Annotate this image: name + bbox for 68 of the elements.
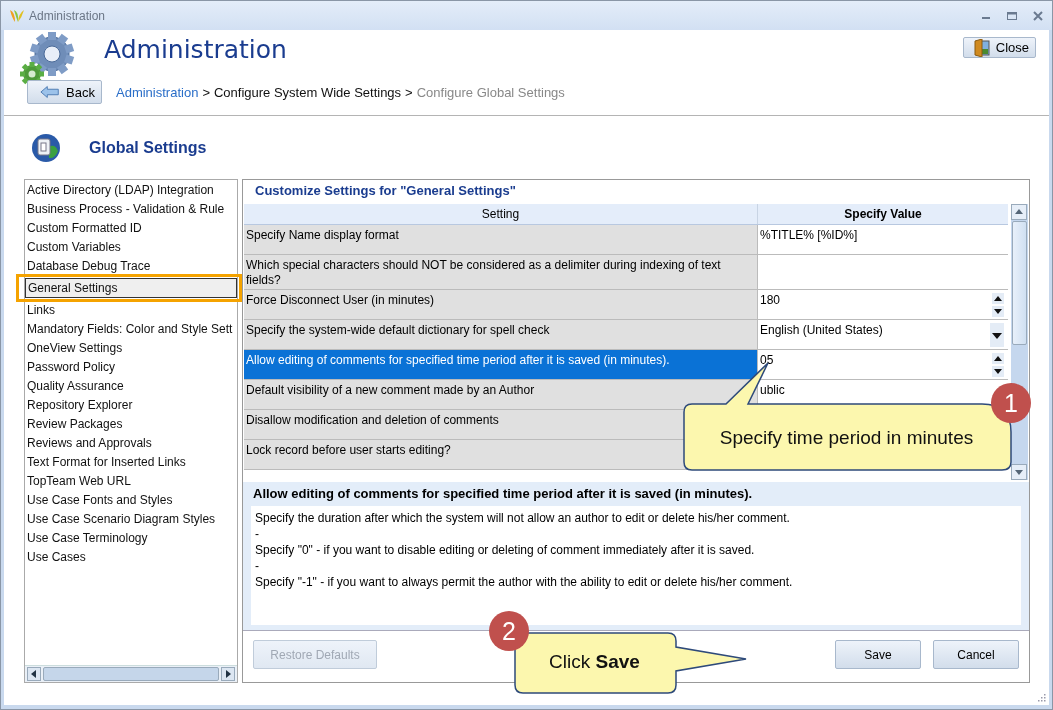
setting-cell[interactable]: Which special characters should NOT be considered as a delimiter during indexing of text fields?: [244, 255, 757, 289]
list-item[interactable]: Business Process - Validation & Rule: [25, 200, 237, 219]
column-header: Setting: [480, 206, 521, 223]
scroll-left-icon[interactable]: [27, 667, 41, 681]
value-field[interactable]: 05: [760, 353, 774, 368]
scroll-up-icon[interactable]: [1011, 204, 1027, 220]
section-title: Global Settings: [89, 138, 207, 157]
resize-grip-icon[interactable]: [1036, 692, 1046, 702]
save-button[interactable]: Save: [835, 640, 921, 669]
list-item[interactable]: Database Debug Trace: [25, 257, 237, 276]
value-field[interactable]: %TITLE% [%ID%]: [760, 228, 858, 243]
list-item[interactable]: TopTeam Web URL: [25, 472, 237, 491]
column-header: Specify Value: [757, 204, 1008, 224]
back-button[interactable]: Back: [27, 80, 102, 104]
list-item[interactable]: Use Cases: [25, 548, 237, 567]
app-logo-icon: [9, 8, 25, 23]
back-arrow-icon: [40, 85, 61, 99]
list-item[interactable]: Active Directory (LDAP) Integration: [25, 181, 237, 200]
list-item[interactable]: Links: [25, 301, 237, 320]
window-title: Administration: [29, 8, 106, 23]
cancel-button[interactable]: Cancel: [933, 640, 1019, 669]
breadcrumb-separator: >: [202, 84, 210, 100]
spinner-icon[interactable]: [992, 353, 1004, 377]
description-line: -: [255, 526, 260, 542]
description-line: Specify "0" - if you want to disable editing or deleting of comment immediately after it is saved.: [255, 542, 756, 558]
value-field[interactable]: 180: [760, 293, 781, 308]
setting-cell[interactable]: Specify Name display format: [244, 225, 757, 254]
maximize-icon[interactable]: [1006, 10, 1018, 21]
description-line: -: [255, 558, 260, 574]
horizontal-scrollbar[interactable]: [25, 665, 237, 682]
list-item[interactable]: Text Format for Inserted Links: [25, 453, 237, 472]
list-item[interactable]: General Settings: [25, 278, 237, 298]
scroll-down-icon[interactable]: [1011, 464, 1027, 480]
close-icon[interactable]: [1032, 10, 1044, 21]
panel-title: Customize Settings for "General Settings": [254, 182, 517, 200]
scroll-right-icon[interactable]: [221, 667, 235, 681]
page-title: Administration: [104, 35, 288, 64]
list-item[interactable]: Mandatory Fields: Color and Style Sett: [25, 320, 237, 339]
list-item[interactable]: OneView Settings: [25, 339, 237, 358]
breadcrumb-item: Configure System Wide Settings: [213, 84, 402, 100]
value-field[interactable]: English (United States): [760, 323, 883, 338]
spinner-icon[interactable]: [992, 293, 1004, 317]
list-item[interactable]: Use Case Terminology: [25, 529, 237, 548]
breadcrumb-link[interactable]: Administration: [116, 84, 199, 100]
list-item[interactable]: Password Policy: [25, 358, 237, 377]
description-line: Specify the duration after which the system will not allow an author to edit or delete his/her comment.: [255, 510, 791, 526]
dropdown-icon[interactable]: [990, 323, 1004, 347]
value-field[interactable]: ublic: [760, 383, 785, 398]
description-line: Specify "-1" - if you want to always permit the author with the ability to edit or delete his/her comment.: [255, 574, 794, 590]
tooltip-text: Click Save: [549, 651, 640, 673]
close-button[interactable]: Close: [962, 37, 1036, 58]
list-item[interactable]: Custom Formatted ID: [25, 219, 237, 238]
list-item[interactable]: Use Case Fonts and Styles: [25, 491, 237, 510]
list-item[interactable]: Repository Explorer: [25, 396, 237, 415]
list-item[interactable]: Review Packages: [25, 415, 237, 434]
setting-cell[interactable]: Default visibility of a new comment made by an Author: [244, 380, 757, 409]
list-item[interactable]: Reviews and Approvals: [25, 434, 237, 453]
setting-cell[interactable]: Allow editing of comments for specified time period after it is saved (in minutes).: [244, 350, 757, 379]
breadcrumb-item: Configure Global Settings: [416, 84, 565, 100]
setting-cell[interactable]: Specify the system-wide default dictionary for spell check: [244, 320, 757, 349]
description-title: Allow editing of comments for specified time period after it is saved (in minutes).: [252, 485, 754, 503]
breadcrumb-separator: >: [405, 84, 413, 100]
setting-cell[interactable]: Force Disconnect User (in minutes): [244, 290, 757, 319]
list-item[interactable]: Custom Variables: [25, 238, 237, 257]
list-item[interactable]: Quality Assurance: [25, 377, 237, 396]
globe-icon: [31, 132, 61, 163]
list-item[interactable]: Use Case Scenario Diagram Styles: [25, 510, 237, 529]
door-icon: [973, 38, 990, 57]
